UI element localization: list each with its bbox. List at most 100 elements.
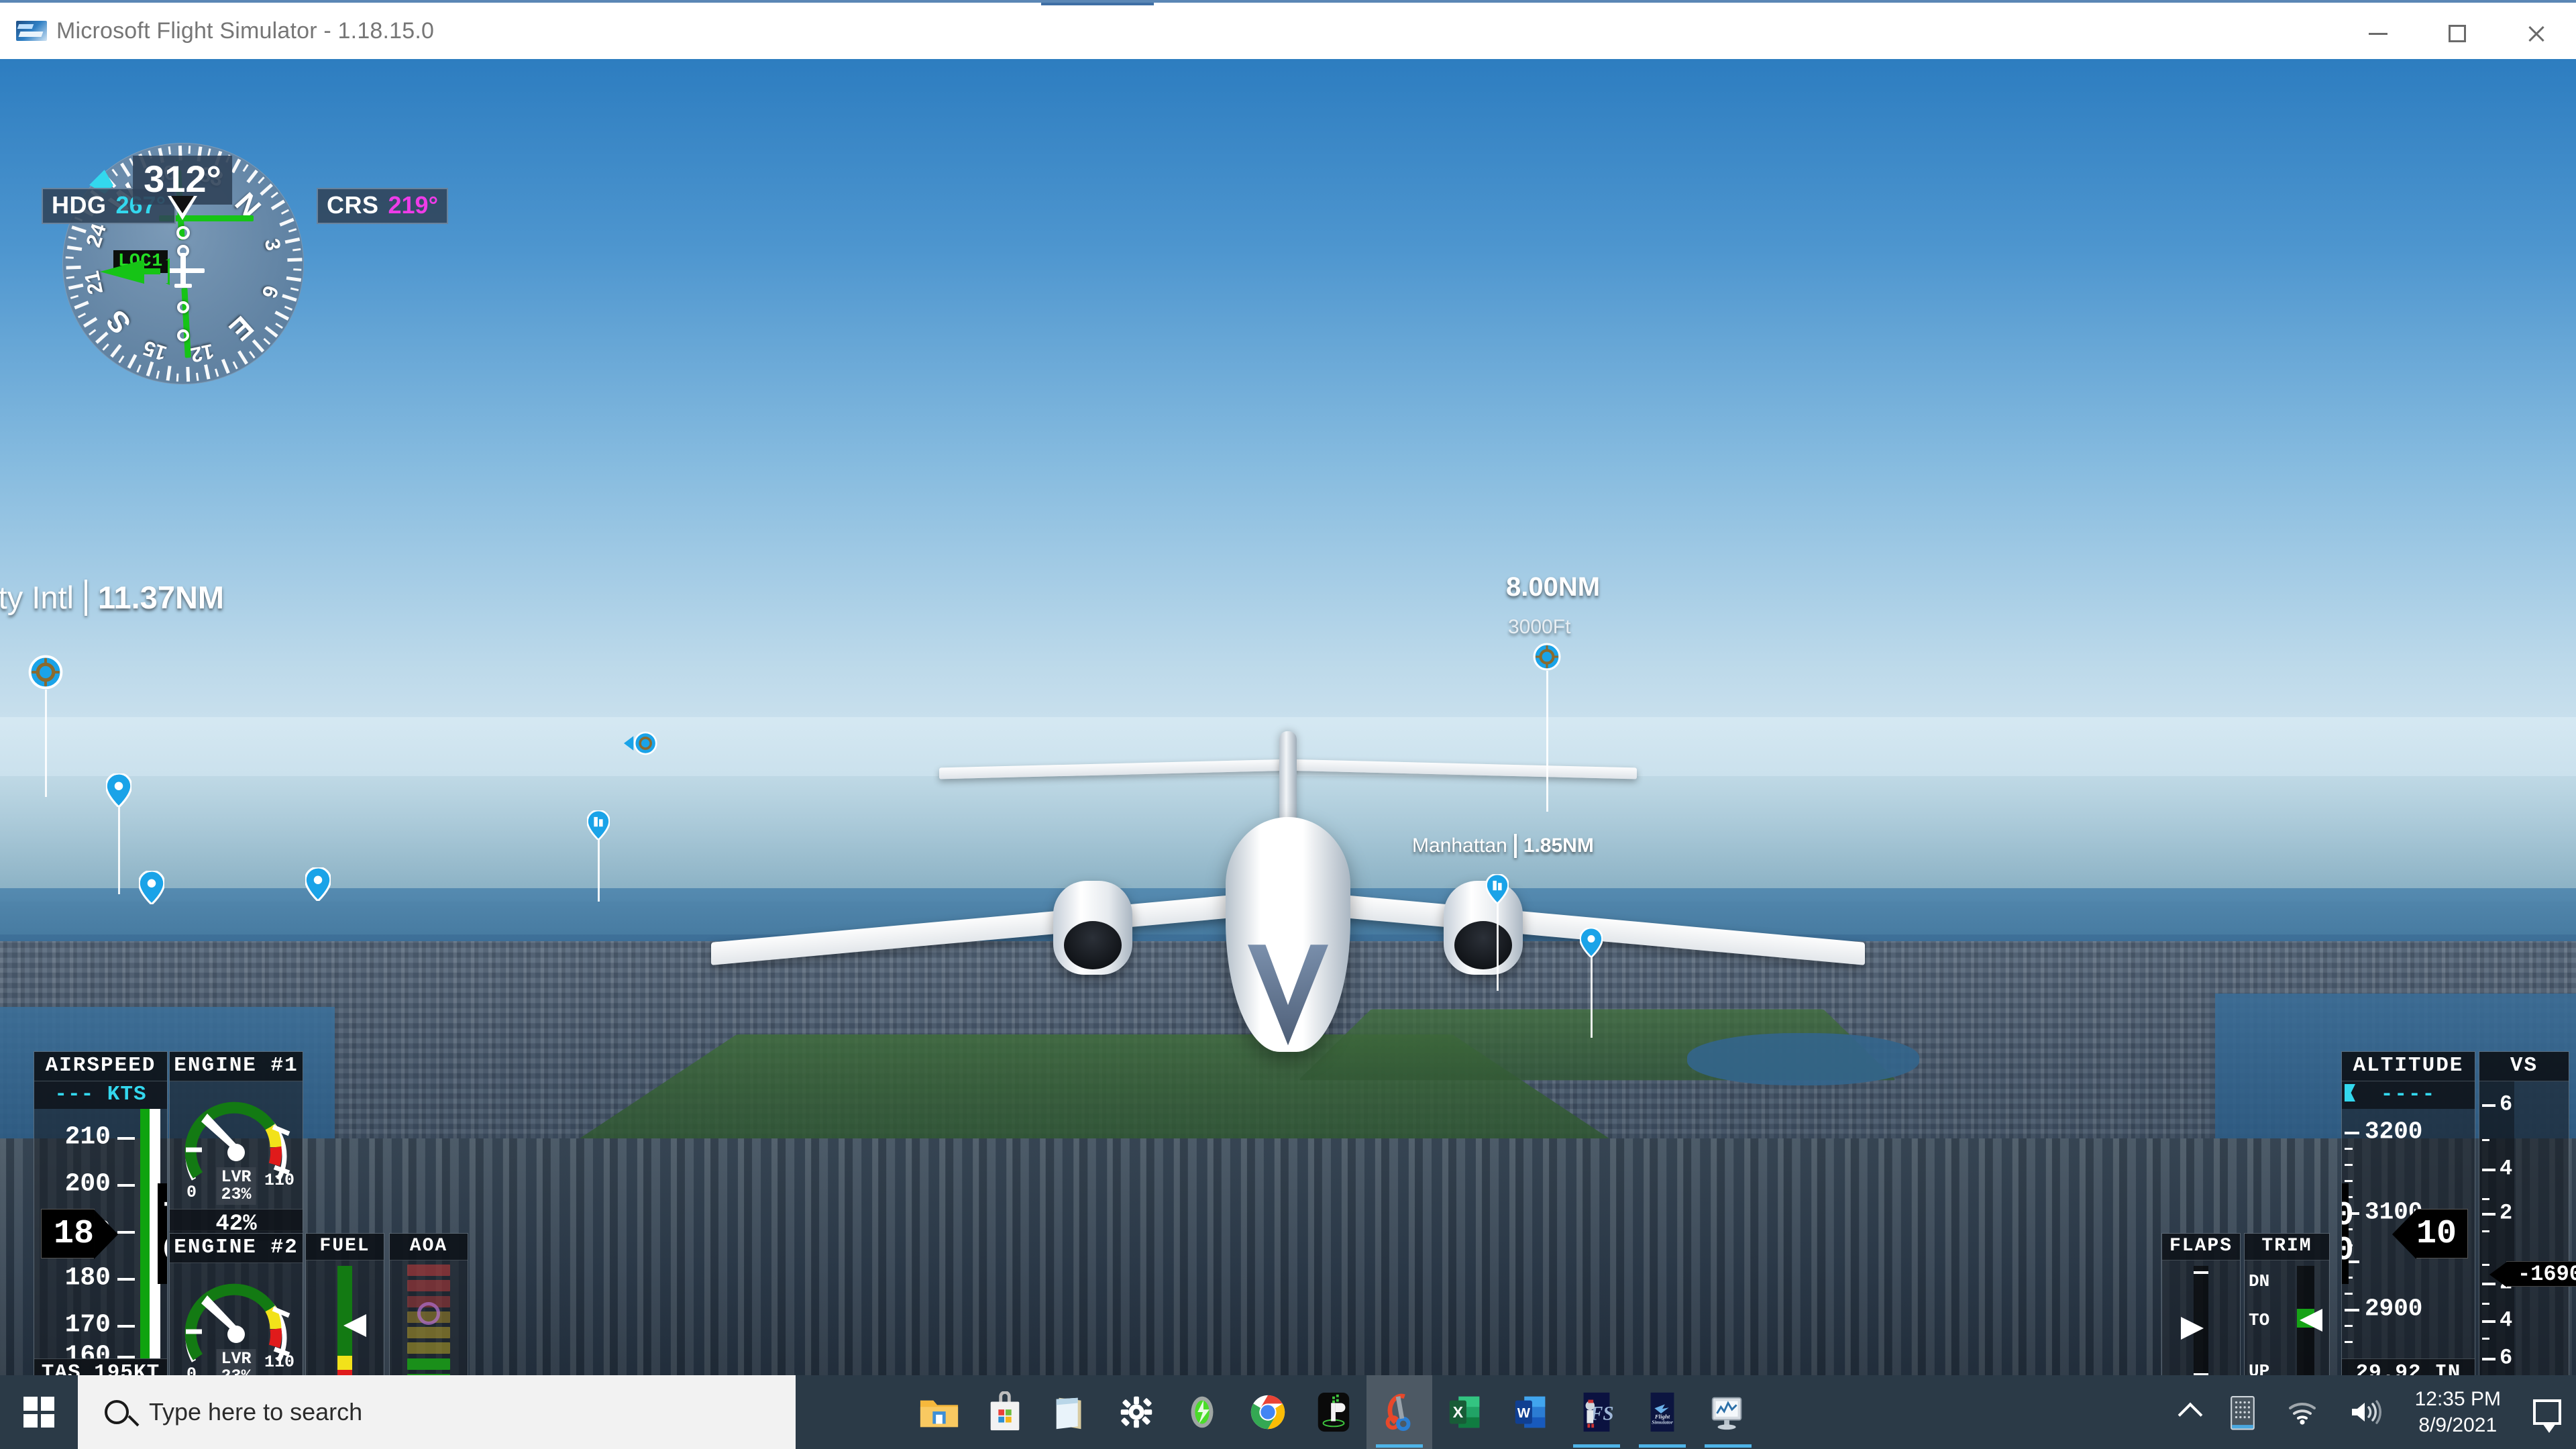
geforce-swirl-icon xyxy=(1181,1391,1223,1433)
compass-tick xyxy=(66,276,74,279)
fuel-yellow-band xyxy=(337,1355,352,1370)
chrome-icon xyxy=(1247,1391,1289,1433)
close-button[interactable] xyxy=(2497,5,2576,62)
waypoint-marker[interactable] xyxy=(28,655,63,797)
fuel-panel[interactable]: FUEL 50% xyxy=(305,1233,384,1375)
taskbar-app-nvidia-geforce[interactable] xyxy=(1169,1375,1235,1449)
tray-storage-button[interactable] xyxy=(2214,1375,2271,1449)
wing-left xyxy=(711,893,1254,966)
flaps-panel[interactable]: FLAPS 15° xyxy=(2161,1233,2241,1375)
destination-name: rty Intl xyxy=(0,580,74,615)
tray-expand-button[interactable] xyxy=(2167,1375,2214,1449)
compass-tick xyxy=(262,337,270,345)
engine2-panel[interactable]: ENGINE #2 0 110 LVR 23% xyxy=(169,1233,303,1375)
compass-tick xyxy=(185,366,190,382)
cdi-center-dot xyxy=(176,226,190,239)
start-button[interactable] xyxy=(0,1375,78,1449)
airspeed-readout: 18 xyxy=(41,1209,95,1258)
taskbar-clock[interactable]: 12:35 PM 8/9/2021 xyxy=(2398,1386,2518,1438)
compass-tick xyxy=(136,364,142,373)
folder-icon xyxy=(918,1391,960,1433)
minimize-button[interactable] xyxy=(2339,5,2418,62)
horizontal-stabilizer-right xyxy=(1281,759,1637,780)
engine1-panel[interactable]: ENGINE #1 0 110 LVR 23% 42% xyxy=(169,1051,303,1240)
compass-tick xyxy=(286,258,302,262)
poi-marker[interactable] xyxy=(105,772,133,894)
altitude-roll-lower: 20 xyxy=(2342,1232,2355,1270)
true-airspeed: TAS 195KT xyxy=(34,1358,167,1375)
trim-panel[interactable]: TRIM DN TO UP -17% xyxy=(2244,1233,2330,1375)
poi-stem xyxy=(1590,957,1593,1038)
taskbar-app-microsoft-store[interactable] xyxy=(972,1375,1038,1449)
compass-tick xyxy=(176,373,178,382)
action-center-button[interactable] xyxy=(2518,1375,2576,1449)
compass-tick xyxy=(188,146,191,154)
taskbar-app-settings[interactable] xyxy=(1104,1375,1169,1449)
altitude-title: ALTITUDE xyxy=(2342,1052,2475,1081)
destination-distance: 11.37NM xyxy=(97,580,225,615)
poi-marker[interactable] xyxy=(138,869,166,906)
engine1-min: 0 xyxy=(186,1183,197,1202)
titlebar-accent xyxy=(1041,3,1154,5)
city-poi-marker[interactable] xyxy=(586,809,610,902)
shopping-bag-icon xyxy=(984,1391,1026,1433)
engine1-max: 110 xyxy=(264,1171,294,1190)
maximize-button[interactable] xyxy=(2418,5,2497,62)
taskbar-app-flight-simulator[interactable]: Flight Simulator xyxy=(1629,1375,1695,1449)
altitude-roll-upper: 30 xyxy=(2342,1196,2355,1235)
engine-nacelle-right xyxy=(1444,881,1523,975)
taskbar-app-snipping-tool[interactable] xyxy=(1366,1375,1432,1449)
engine1-lvr-value: 23% xyxy=(221,1184,252,1204)
compass-tick xyxy=(117,355,124,364)
taskbar-app-performance-monitor[interactable] xyxy=(1695,1375,1761,1449)
engine1-lvr-label: LVR xyxy=(221,1167,252,1187)
course-select-box[interactable]: CRS 219° xyxy=(317,188,448,224)
vs-panel[interactable]: VS 6 4 2 2 4 6 -1690 -1690 xyxy=(2479,1051,2576,1375)
manhattan-label: Manhattan 1.85NM xyxy=(1412,834,1594,858)
altitude-panel[interactable]: ALTITUDE ---- 3200 3100 2900 10 30 20 xyxy=(2341,1051,2475,1375)
system-tray: 12:35 PM 8/9/2021 xyxy=(2167,1375,2576,1449)
tray-network-button[interactable] xyxy=(2271,1375,2333,1449)
engine2-lvr-value: 23% xyxy=(221,1367,251,1375)
engine1-title: ENGINE #1 xyxy=(170,1052,303,1081)
waypoint-distance: 8.00NM xyxy=(1506,572,1601,602)
engine2-lvr-label: LVR xyxy=(221,1348,252,1368)
city-poi-marker[interactable] xyxy=(1485,873,1509,991)
taskbar-app-excel[interactable]: X xyxy=(1432,1375,1498,1449)
poi-marker[interactable] xyxy=(1579,926,1603,1038)
flight-simulator-logo-icon xyxy=(16,21,47,41)
airspeed-ones-lower: 6 xyxy=(162,1233,167,1269)
hdg-label: HDG xyxy=(52,191,107,219)
waypoint-marker-next[interactable] xyxy=(1533,643,1561,812)
trim-up-label: UP xyxy=(2249,1361,2270,1375)
taskbar-app-pdf[interactable] xyxy=(1301,1375,1366,1449)
close-icon xyxy=(2526,23,2546,44)
tray-volume-button[interactable] xyxy=(2333,1375,2398,1449)
taskbar-app-file-explorer[interactable] xyxy=(906,1375,972,1449)
compass-tick xyxy=(286,276,301,282)
simulator-viewport[interactable]: rty Intl 11.37NM Manhattan 1.85NM 8.00NM… xyxy=(0,59,2576,1375)
compass-tick xyxy=(257,176,265,184)
aoa-panel[interactable]: AOA 1° xyxy=(389,1233,468,1375)
compass-tick xyxy=(214,368,219,377)
poi-marker[interactable] xyxy=(304,866,332,903)
taskbar-app-word[interactable]: W xyxy=(1498,1375,1564,1449)
altitude-selected: ---- xyxy=(2380,1083,2436,1106)
compass-tick xyxy=(101,343,109,351)
fuel-track xyxy=(337,1266,352,1375)
bearing-pointer xyxy=(88,257,170,286)
taskbar-app-google-chrome[interactable] xyxy=(1235,1375,1301,1449)
window-controls xyxy=(2339,5,2576,62)
airspeed-panel[interactable]: AIRSPEED --- KTS 210 200 190 180 170 160… xyxy=(34,1051,168,1375)
taskbar-app-notepad[interactable] xyxy=(1038,1375,1104,1449)
taskbar-search[interactable]: Type here to search xyxy=(78,1375,796,1449)
taskbar-app-fs[interactable]: FS xyxy=(1564,1375,1629,1449)
vs-tape: 6 4 2 2 4 6 -1690 xyxy=(2479,1081,2576,1375)
engine1-lever-tag: LVR 23% xyxy=(216,1167,256,1205)
hsi-compass[interactable]: N36E1215S2124W3033 LOC1 xyxy=(42,86,448,384)
aoa-gauge xyxy=(390,1260,468,1375)
horizontal-stabilizer-left xyxy=(939,759,1295,780)
waypoint-marker-active[interactable] xyxy=(624,727,657,760)
altitude-tape: 3200 3100 2900 10 30 20 xyxy=(2342,1109,2475,1358)
clock-time: 12:35 PM xyxy=(2414,1388,2501,1410)
